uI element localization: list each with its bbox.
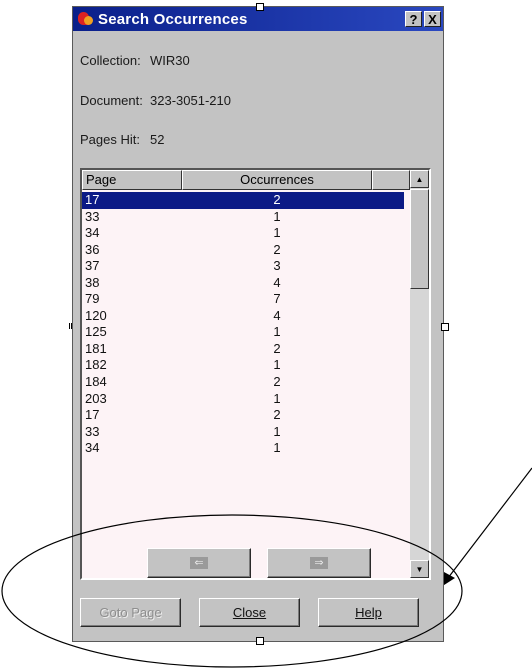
close-button[interactable]: Close [199, 598, 300, 627]
row-occurrences: 1 [273, 208, 281, 224]
list-row[interactable]: 38 4 [82, 275, 404, 292]
column-header-page[interactable]: Page [82, 170, 182, 190]
resize-handle-right[interactable] [441, 323, 449, 331]
help-button[interactable]: Help [318, 598, 419, 627]
row-page: 79 [85, 291, 100, 307]
pages-hit-label: Pages Hit: [80, 132, 140, 147]
row-occurrences: 2 [273, 374, 281, 390]
list-row[interactable]: 203 1 [82, 391, 404, 408]
row-occurrences: 1 [273, 390, 281, 406]
row-occurrences: 3 [273, 258, 281, 274]
row-page: 34 [85, 225, 100, 241]
row-occurrences: 2 [273, 192, 281, 207]
list-row[interactable]: 181 2 [82, 341, 404, 358]
resize-handle-left[interactable] [69, 323, 72, 329]
annotation-arrow-line [447, 467, 532, 579]
list-rows: 17 2 33 1 34 1 36 2 37 3 38 4 79 7 120 4 125 1 181 2 182 1 184… [82, 192, 404, 457]
dialog-title: Search Occurrences [98, 10, 248, 28]
row-page: 120 [85, 307, 107, 323]
list-row[interactable]: 17 2 [82, 192, 404, 209]
list-row[interactable]: 34 1 [82, 440, 404, 457]
column-header-blank [372, 170, 410, 190]
list-row[interactable]: 33 1 [82, 209, 404, 226]
list-row[interactable]: 37 3 [82, 258, 404, 275]
list-row[interactable]: 36 2 [82, 242, 404, 259]
goto-page-button[interactable]: Goto Page [80, 598, 181, 627]
row-page: 17 [85, 192, 100, 207]
row-occurrences: 4 [273, 274, 281, 290]
list-row[interactable]: 34 1 [82, 225, 404, 242]
collection-row: Collection: WIR30 [80, 53, 190, 68]
list-row[interactable]: 184 2 [82, 374, 404, 391]
document-row: Document: 323-3051-210 [80, 93, 231, 108]
help-title-button[interactable]: ? [405, 11, 422, 27]
list-row[interactable]: 33 1 [82, 424, 404, 441]
app-logo-icon [78, 11, 94, 27]
occurrences-list[interactable]: Page Occurrences 17 2 33 1 34 1 36 2 37 3 38 4 79 7 12… [80, 168, 431, 580]
next-button[interactable]: ⇒ [267, 548, 371, 578]
row-page: 33 [85, 208, 100, 224]
row-occurrences: 7 [273, 291, 281, 307]
row-page: 182 [85, 357, 107, 373]
row-occurrences: 2 [273, 241, 281, 257]
collection-value: WIR30 [150, 53, 190, 68]
list-row[interactable]: 182 1 [82, 357, 404, 374]
row-page: 34 [85, 440, 100, 456]
row-occurrences: 2 [273, 407, 281, 423]
row-occurrences: 1 [273, 440, 281, 456]
resize-handle-top[interactable] [256, 3, 264, 11]
close-title-button[interactable]: X [424, 11, 441, 27]
pages-hit-value: 52 [150, 132, 165, 147]
scroll-down-button[interactable]: ▼ [410, 560, 429, 578]
row-occurrences: 4 [273, 307, 281, 323]
pages-hit-row: Pages Hit: 52 [80, 132, 164, 147]
previous-button[interactable]: ⇐ [147, 548, 251, 578]
document-value: 323-3051-210 [150, 93, 231, 108]
row-occurrences: 1 [273, 423, 281, 439]
row-occurrences: 2 [273, 340, 281, 356]
list-row[interactable]: 79 7 [82, 291, 404, 308]
row-page: 125 [85, 324, 107, 340]
row-page: 17 [85, 407, 100, 423]
column-header-occurrences[interactable]: Occurrences [182, 170, 372, 190]
document-label: Document: [80, 93, 143, 108]
list-header: Page Occurrences [82, 170, 410, 190]
row-page: 184 [85, 374, 107, 390]
row-page: 37 [85, 258, 100, 274]
row-occurrences: 1 [273, 324, 281, 340]
row-occurrences: 1 [273, 357, 281, 373]
scroll-thumb[interactable] [410, 189, 429, 289]
resize-handle-bottom[interactable] [256, 637, 264, 645]
right-arrow-icon: ⇒ [310, 557, 328, 569]
search-occurrences-dialog: Search Occurrences ? X Collection: WIR30 … [72, 6, 444, 642]
scroll-up-icon: ▲ [415, 174, 424, 184]
vertical-scrollbar[interactable]: ▲ ▼ [410, 170, 429, 578]
list-row[interactable]: 120 4 [82, 308, 404, 325]
row-page: 181 [85, 340, 107, 356]
scroll-down-icon: ▼ [415, 564, 424, 574]
row-page: 36 [85, 241, 100, 257]
row-page: 33 [85, 423, 100, 439]
list-row[interactable]: 125 1 [82, 324, 404, 341]
list-row[interactable]: 17 2 [82, 407, 404, 424]
left-arrow-icon: ⇐ [190, 557, 208, 569]
row-page: 203 [85, 390, 107, 406]
collection-label: Collection: [80, 53, 141, 68]
row-occurrences: 1 [273, 225, 281, 241]
scroll-up-button[interactable]: ▲ [410, 170, 429, 188]
row-page: 38 [85, 274, 100, 290]
